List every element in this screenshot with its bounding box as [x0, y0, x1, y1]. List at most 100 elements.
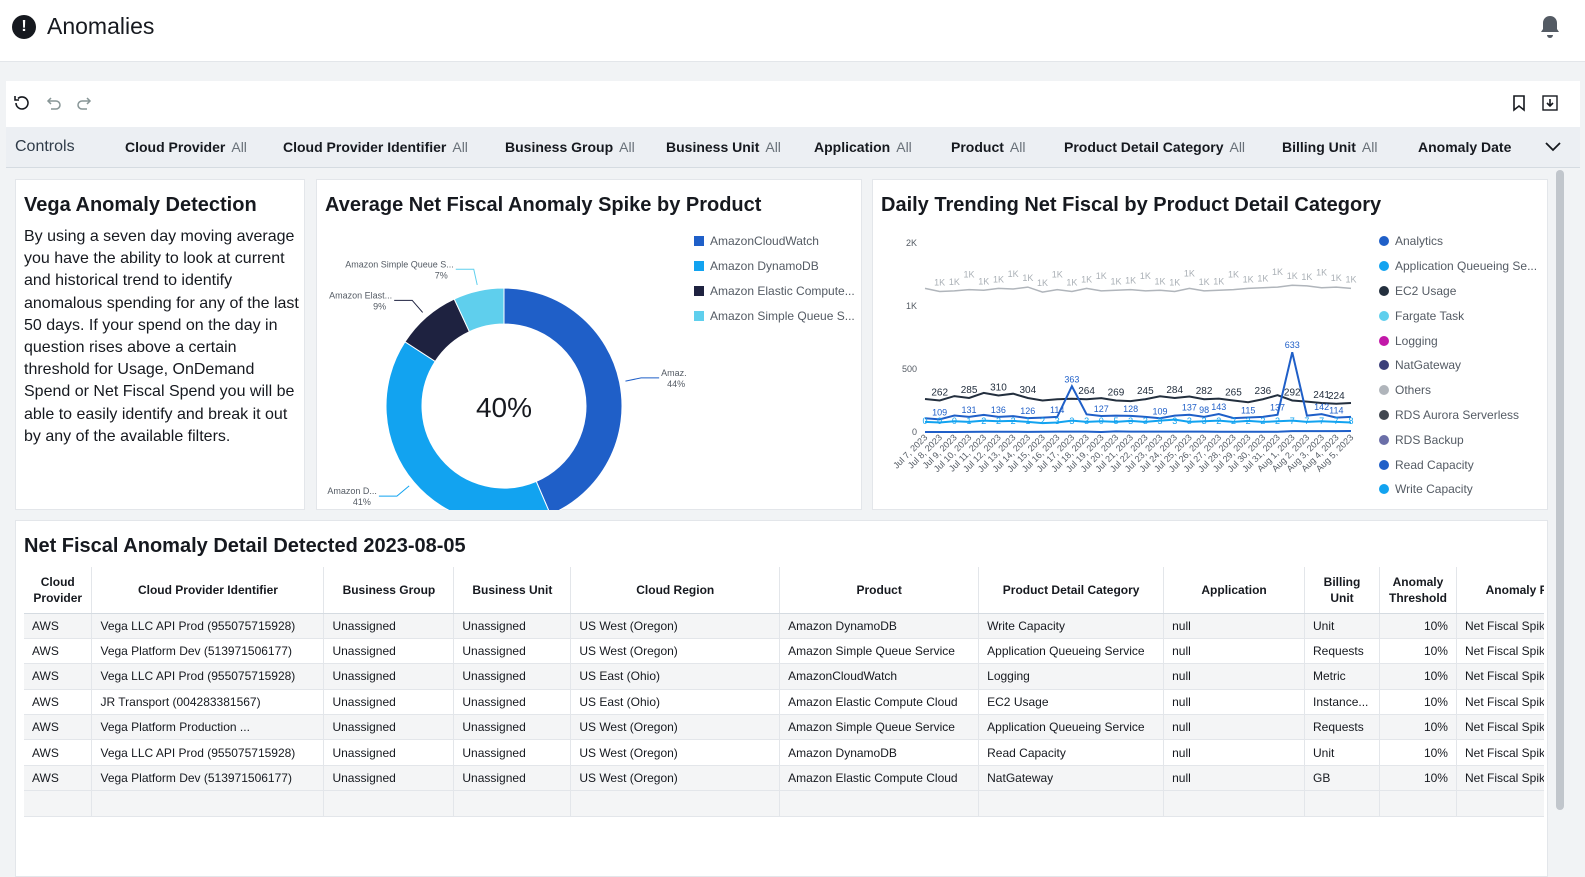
- bookmark-icon[interactable]: [1510, 94, 1528, 112]
- undo-icon[interactable]: [44, 94, 62, 112]
- donut-title: Average Net Fiscal Anomaly Spike by Prod…: [325, 194, 762, 216]
- table-row[interactable]: AWS Vega LLC API Prod (955075715928) Unass…: [24, 613, 1544, 639]
- table-cell: Amazon DynamoDB: [779, 739, 980, 766]
- table-cell: Unassigned: [453, 739, 572, 766]
- table-cell: Application Queueing Service: [978, 638, 1165, 665]
- control-product[interactable]: Product All: [951, 139, 1025, 155]
- series-line-analytics[interactable]: [925, 429, 1352, 434]
- chevron-down-icon[interactable]: [1544, 139, 1562, 153]
- column-header[interactable]: Cloud Region: [570, 567, 781, 614]
- table-cell: US East (Ohio): [570, 663, 781, 690]
- data-label: 1K: [1272, 267, 1283, 277]
- table-cell: null: [1163, 714, 1306, 741]
- legend-item-logging[interactable]: Logging: [1379, 328, 1537, 353]
- legend-item-write-capacity[interactable]: Write Capacity: [1379, 477, 1537, 502]
- control-business-unit[interactable]: Business Unit All: [666, 139, 781, 155]
- table-cell: Vega LLC API Prod (955075715928): [91, 613, 325, 639]
- table-cell: null: [1163, 765, 1306, 792]
- control-billing-unit[interactable]: Billing Unit All: [1282, 139, 1377, 155]
- table-cell: Instance...: [1304, 689, 1380, 716]
- table-cell: US West (Oregon): [570, 638, 781, 665]
- data-label: 265: [1225, 388, 1242, 399]
- refresh-icon[interactable]: [13, 94, 31, 112]
- data-label: 1K: [1257, 274, 1268, 284]
- column-header[interactable]: Business Group: [323, 567, 455, 614]
- column-header[interactable]: Anomaly Threshold: [1379, 567, 1457, 614]
- bell-icon[interactable]: [1538, 14, 1562, 40]
- redo-icon[interactable]: [76, 94, 94, 112]
- control-cloud-provider[interactable]: Cloud Provider All: [125, 139, 247, 155]
- download-icon[interactable]: [1541, 94, 1559, 112]
- column-header[interactable]: Application: [1163, 567, 1306, 614]
- table-cell: 10%: [1379, 714, 1457, 741]
- legend-item-rds-aurora-serverless[interactable]: RDS Aurora Serverless: [1379, 403, 1537, 428]
- series-line-write-capacity[interactable]: [924, 418, 1352, 425]
- data-label: 1K: [1096, 271, 1107, 281]
- table-row[interactable]: AWS Vega LLC API Prod (955075715928) Unass…: [24, 663, 1544, 690]
- table-row[interactable]: AWS Vega Platform Production ... Unassigne…: [24, 714, 1544, 741]
- legend-dot-icon: [1379, 310, 1389, 321]
- table-cell: 10%: [1379, 689, 1457, 716]
- y-tick-label: 2K: [906, 238, 917, 248]
- data-label: 1K: [1316, 268, 1327, 278]
- table-cell: Unassigned: [453, 765, 572, 792]
- exclamation-icon: !: [12, 15, 36, 39]
- legend-item-others[interactable]: Others: [1379, 378, 1537, 403]
- table-cell: Amazon Simple Queue Service: [779, 638, 980, 665]
- column-header[interactable]: Cloud Provider Identifier: [91, 567, 325, 614]
- data-label: 0: [1099, 416, 1104, 426]
- control-cloud-provider-identifier[interactable]: Cloud Provider Identifier All: [283, 139, 468, 155]
- legend-item-ec2[interactable]: Amazon Elastic Compute...: [694, 279, 855, 304]
- data-label: 3: [1202, 416, 1207, 426]
- column-header[interactable]: Product: [779, 567, 980, 614]
- legend-dot-icon: [1379, 335, 1389, 346]
- table-row[interactable]: AWS Vega LLC API Prod (955075715928) Unass…: [24, 739, 1544, 766]
- table-cell: [323, 790, 455, 817]
- legend-item-read-capacity[interactable]: Read Capacity: [1379, 452, 1537, 477]
- donut-slice-pct: 7%: [435, 270, 448, 280]
- table-row[interactable]: AWS Vega Platform Dev (513971506177) Unass…: [24, 765, 1544, 792]
- column-header[interactable]: Anomaly Flag: [1456, 567, 1544, 614]
- legend-item-analytics[interactable]: Analytics: [1379, 229, 1537, 254]
- data-label: 292: [1284, 388, 1301, 399]
- table-row[interactable]: AWS Vega Platform Dev (513971506177) Unass…: [24, 638, 1544, 665]
- data-label: 131: [962, 405, 977, 415]
- legend-item-rds-backup[interactable]: RDS Backup: [1379, 427, 1537, 452]
- legend-item-ec2-usage[interactable]: EC2 Usage: [1379, 279, 1537, 304]
- donut-chart: Amaz...44% Amazon D...41% Amazon Elast...9…: [327, 259, 687, 510]
- table-scroll[interactable]: Cloud Provider Cloud Provider Identifier B…: [24, 567, 1544, 817]
- page-scrollbar[interactable]: [1556, 170, 1564, 810]
- control-business-group[interactable]: Business Group All: [505, 139, 635, 155]
- legend-item-sqs[interactable]: Amazon Simple Queue S...: [694, 303, 855, 328]
- data-label: 1K: [1125, 276, 1136, 286]
- trend-legend: Analytics Application Queueing Se... EC2 U…: [1379, 229, 1537, 502]
- control-application[interactable]: Application All: [814, 139, 912, 155]
- data-label: 2: [1246, 416, 1251, 426]
- table-cell: Unassigned: [453, 638, 572, 665]
- table-cell: Unit: [1304, 613, 1380, 639]
- table-row[interactable]: AWS JR Transport (004283381567) Unassigned…: [24, 689, 1544, 716]
- control-anomaly-date[interactable]: Anomaly Date: [1418, 139, 1511, 155]
- table-cell: Unit: [1304, 739, 1380, 766]
- column-header[interactable]: Product Detail Category: [978, 567, 1165, 614]
- table-cell: AWS: [24, 638, 93, 665]
- table-cell: Net Fiscal Spike: [1456, 765, 1544, 792]
- data-label: 1K: [1110, 276, 1121, 286]
- controls-label[interactable]: Controls: [15, 138, 75, 156]
- legend-item-cloudwatch[interactable]: AmazonCloudWatch: [694, 229, 855, 254]
- column-header[interactable]: Cloud Provider: [24, 567, 93, 614]
- donut-slice-1[interactable]: [385, 341, 550, 510]
- column-header[interactable]: Business Unit: [453, 567, 572, 614]
- legend-item-fargate-task[interactable]: Fargate Task: [1379, 303, 1537, 328]
- legend-item-natgateway[interactable]: NatGateway: [1379, 353, 1537, 378]
- data-label: 3: [1084, 416, 1089, 426]
- table-cell: Unassigned: [323, 613, 455, 639]
- table-cell: 10%: [1379, 613, 1457, 639]
- table-header-row: Cloud Provider Cloud Provider Identifier B…: [24, 567, 1544, 614]
- control-product-detail-category[interactable]: Product Detail Category All: [1064, 139, 1245, 155]
- legend-item-application-queueing-se-[interactable]: Application Queueing Se...: [1379, 254, 1537, 279]
- data-label: 1K: [1081, 274, 1092, 284]
- table-cell: null: [1163, 638, 1306, 665]
- legend-item-dynamodb[interactable]: Amazon DynamoDB: [694, 254, 855, 279]
- column-header[interactable]: Billing Unit: [1304, 567, 1380, 614]
